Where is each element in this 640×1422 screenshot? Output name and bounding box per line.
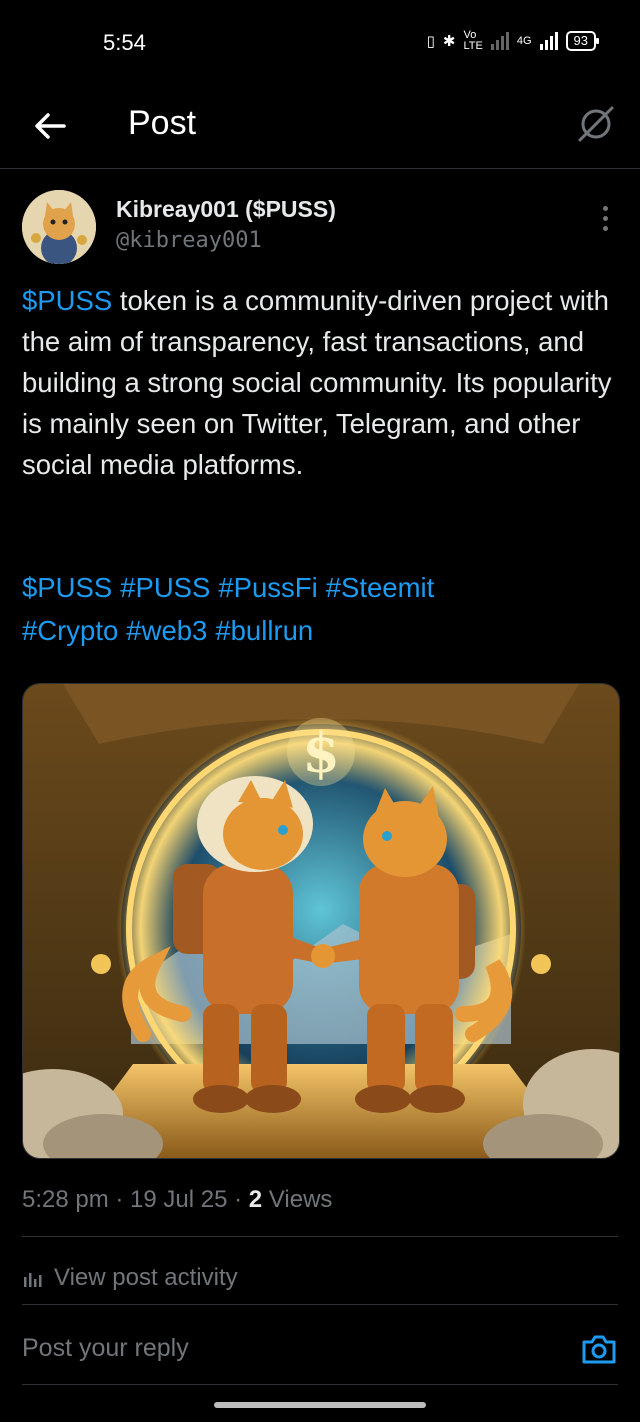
avatar[interactable] xyxy=(22,190,96,264)
grok-button[interactable] xyxy=(574,102,618,146)
post-timestamp: 5:28 pm · 19 Jul 25 · 2 Views xyxy=(22,1186,332,1214)
timestamp-text: 5:28 pm · 19 Jul 25 · xyxy=(22,1186,249,1213)
home-indicator[interactable] xyxy=(214,1402,426,1408)
analytics-icon xyxy=(24,1273,42,1287)
view-post-activity-button[interactable]: View post activity xyxy=(22,1264,238,1292)
volte-label: Vo LTE xyxy=(463,29,483,52)
hashtag-link[interactable]: #PUSS xyxy=(120,572,210,603)
divider xyxy=(22,1384,618,1385)
more-options-button[interactable] xyxy=(598,206,612,236)
divider xyxy=(22,1304,618,1305)
cat-astronauts-illustration: $ xyxy=(23,684,619,1158)
page-title: Post xyxy=(128,104,197,142)
reply-composer: Post your reply xyxy=(22,1316,618,1386)
more-vertical-icon xyxy=(598,206,612,231)
cat-avatar-icon xyxy=(22,190,96,264)
signal-icon-sim1 xyxy=(490,32,509,50)
activity-label: View post activity xyxy=(54,1264,238,1291)
divider xyxy=(22,1236,618,1237)
status-time: 5:54 xyxy=(103,30,146,55)
bluetooth-icon: ✱ xyxy=(442,33,456,50)
arrow-left-icon xyxy=(35,113,66,139)
back-button[interactable] xyxy=(30,106,70,146)
hashtag-link[interactable]: #Steemit xyxy=(326,572,435,603)
hashtag-link[interactable]: #PussFi xyxy=(218,572,317,603)
post-image[interactable]: $ xyxy=(22,683,620,1159)
author-handle[interactable]: @kibreay001 xyxy=(116,228,262,253)
hashtag-list: $PUSS #PUSS #PussFi #Steemit #Crypto #web3 #b… xyxy=(22,566,622,652)
views-label: Views xyxy=(262,1186,333,1213)
grok-icon xyxy=(578,106,614,142)
post-text: $PUSS token is a community-driven projec… xyxy=(22,280,622,485)
reply-input[interactable]: Post your reply xyxy=(22,1334,189,1363)
top-app-bar: Post xyxy=(0,86,640,169)
status-bar: 5:54 ▯ ✱ Vo LTE 4G 93 xyxy=(0,0,640,86)
status-icons: ▯ ✱ Vo LTE 4G 93 xyxy=(426,29,600,52)
network-type-label: 4G xyxy=(516,34,532,47)
signal-icon-sim2 xyxy=(539,32,558,50)
hashtag-link[interactable]: #Crypto xyxy=(22,615,118,646)
camera-button[interactable] xyxy=(580,1330,618,1368)
author-name[interactable]: Kibreay001 ($PUSS) xyxy=(116,196,336,223)
battery-icon: 93 xyxy=(565,31,600,51)
camera-icon xyxy=(582,1335,616,1364)
hashtag-link[interactable]: #bullrun xyxy=(215,615,313,646)
hashtag-link[interactable]: #web3 xyxy=(126,615,207,646)
views-count: 2 xyxy=(248,1186,263,1213)
svg-text:$: $ xyxy=(302,721,340,785)
vibrate-icon: ▯ xyxy=(426,33,435,50)
cashtag-link[interactable]: $PUSS xyxy=(22,285,112,316)
hashtag-link[interactable]: $PUSS xyxy=(22,572,112,603)
